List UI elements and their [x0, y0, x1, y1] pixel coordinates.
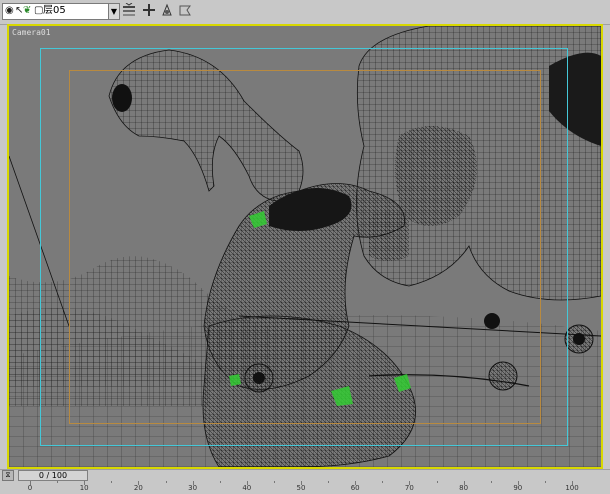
ruler-tick-mark	[111, 481, 113, 483]
ruler-tick-label: 40	[242, 484, 252, 492]
ruler-tick-mark	[165, 481, 167, 483]
ruler-tick-mark	[219, 481, 221, 483]
ruler-tick-label: 0	[27, 484, 33, 492]
add-object-icon[interactable]	[140, 3, 158, 20]
layer-manager-icon[interactable]	[120, 2, 138, 20]
ruler-tick-mark	[57, 481, 59, 483]
time-config-icon[interactable]: ⧖	[2, 470, 14, 481]
ruler-tick-mark	[273, 481, 275, 483]
select-layer-icon[interactable]	[158, 3, 176, 20]
eye-icon[interactable]: ◉	[5, 5, 14, 17]
time-slider-thumb[interactable]: 0 / 100	[18, 470, 88, 481]
ruler-tick-mark	[490, 481, 492, 483]
track-bar-ruler[interactable]: 0 10 20 30 40 50 60 70 80 90 100	[0, 481, 610, 494]
ruler-tick-label: 100	[565, 484, 579, 492]
layer-toolbar: ◉ ↖ ❦ ▢ 层05 ▼	[0, 0, 610, 25]
layer-name: 层05	[43, 5, 66, 16]
ruler-tick-label: 80	[459, 484, 469, 492]
ruler-tick-label: 20	[133, 484, 143, 492]
viewport-label[interactable]: Camera01	[12, 28, 51, 37]
ruler-tick-label: 60	[350, 484, 360, 492]
highlight-icon[interactable]	[176, 3, 194, 20]
ruler-tick-label: 30	[188, 484, 198, 492]
ruler-tick-label: 90	[513, 484, 523, 492]
ruler-tick-mark	[382, 481, 384, 483]
action-safe-frame	[40, 48, 568, 446]
ruler-tick-label: 50	[296, 484, 306, 492]
ruler-tick-mark	[328, 481, 330, 483]
ruler-tick-label: 70	[404, 484, 414, 492]
layer-dropdown[interactable]: ◉ ↖ ❦ ▢ 层05 ▼	[2, 3, 120, 20]
leaf-icon: ❦	[23, 5, 32, 16]
camera-viewport[interactable]: Camera01	[7, 24, 603, 469]
ruler-tick-mark	[544, 481, 546, 483]
ruler-tick-mark	[436, 481, 438, 483]
chevron-down-icon[interactable]: ▼	[108, 4, 119, 19]
ruler-tick-label: 10	[79, 484, 89, 492]
